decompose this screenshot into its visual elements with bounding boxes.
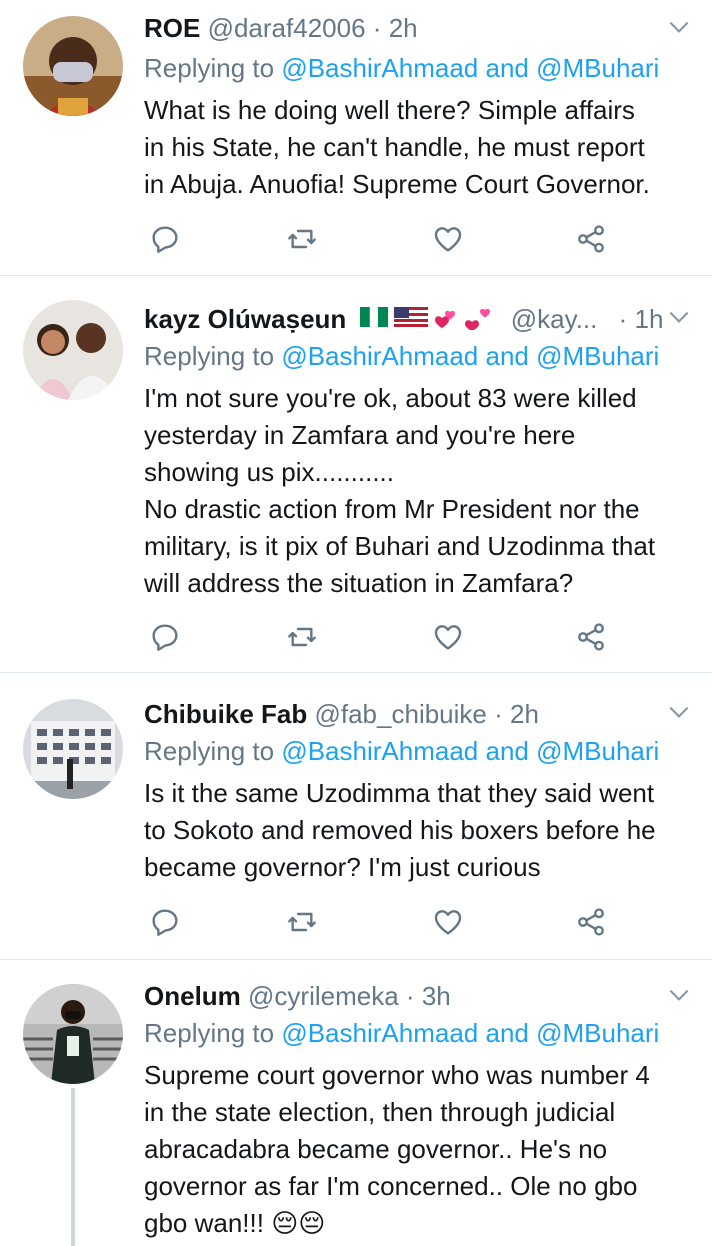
tweet-text: Is it the same Uzodimma that they said w… bbox=[144, 778, 656, 882]
avatar[interactable] bbox=[23, 16, 123, 116]
mention-link[interactable]: @BashirAhmaad bbox=[281, 341, 478, 371]
replying-to-label: Replying to bbox=[144, 53, 275, 83]
reply-icon[interactable] bbox=[148, 620, 182, 654]
replying-and: and bbox=[485, 341, 529, 371]
like-icon[interactable] bbox=[431, 620, 465, 654]
replying-and: and bbox=[485, 1018, 529, 1048]
avatar[interactable] bbox=[23, 300, 123, 400]
retweet-icon[interactable] bbox=[285, 222, 319, 256]
retweet-icon[interactable] bbox=[285, 620, 319, 654]
chevron-down-icon[interactable] bbox=[666, 699, 692, 725]
user-handle[interactable]: @daraf42006 bbox=[208, 13, 366, 43]
share-icon[interactable] bbox=[574, 620, 608, 654]
like-icon[interactable] bbox=[431, 222, 465, 256]
tweet-actions bbox=[144, 222, 614, 256]
replying-to: Replying to @BashirAhmaad and @MBuhari bbox=[144, 734, 659, 768]
user-handle[interactable]: @fab_chibuike bbox=[314, 699, 486, 729]
reply-icon[interactable] bbox=[148, 222, 182, 256]
mention-link[interactable]: @MBuhari bbox=[536, 341, 659, 371]
tweet-actions bbox=[144, 620, 614, 654]
replying-to-label: Replying to bbox=[144, 736, 275, 766]
separator-dot: · bbox=[405, 981, 415, 1011]
separator-dot: · bbox=[494, 699, 503, 729]
replying-to-label: Replying to bbox=[144, 1018, 275, 1048]
tweet[interactable]: Onelum @cyrilemeka · 3h Replying to @Bas… bbox=[0, 960, 712, 1246]
tweet-actions bbox=[144, 905, 614, 939]
avatar[interactable] bbox=[23, 984, 123, 1084]
tweet-text: I'm not sure you're ok, about 83 were ki… bbox=[144, 383, 656, 598]
tweet[interactable]: kayz Olúwaṣeun @kay... · 1h Replying to … bbox=[0, 276, 712, 673]
replying-to: Replying to @BashirAhmaad and @MBuhari bbox=[144, 339, 659, 373]
display-name[interactable]: Onelum bbox=[144, 981, 241, 1011]
mention-link[interactable]: @MBuhari bbox=[536, 53, 659, 83]
mention-link[interactable]: @BashirAhmaad bbox=[281, 1018, 478, 1048]
timestamp[interactable]: 1h bbox=[635, 304, 664, 334]
display-name[interactable]: kayz Olúwaṣeun bbox=[144, 304, 346, 334]
mention-link[interactable]: @BashirAhmaad bbox=[281, 53, 478, 83]
replying-to: Replying to @BashirAhmaad and @MBuhari bbox=[144, 1016, 659, 1050]
chevron-down-icon[interactable] bbox=[666, 304, 692, 330]
timestamp[interactable]: 3h bbox=[422, 981, 451, 1011]
display-name[interactable]: ROE bbox=[144, 13, 200, 43]
tweet-text: Supreme court governor who was number 4 … bbox=[144, 1060, 650, 1238]
avatar[interactable] bbox=[23, 699, 123, 799]
timestamp[interactable]: 2h bbox=[389, 13, 418, 43]
reply-icon[interactable] bbox=[148, 905, 182, 939]
replying-to: Replying to @BashirAhmaad and @MBuhari bbox=[144, 51, 659, 85]
chevron-down-icon[interactable] bbox=[666, 14, 692, 40]
user-handle[interactable]: @cyrilemeka bbox=[248, 981, 399, 1011]
separator-dot: · bbox=[372, 13, 382, 43]
like-icon[interactable] bbox=[431, 905, 465, 939]
mention-link[interactable]: @MBuhari bbox=[536, 736, 659, 766]
mention-link[interactable]: @BashirAhmaad bbox=[281, 736, 478, 766]
chevron-down-icon[interactable] bbox=[666, 982, 692, 1008]
flag-emoji-icons bbox=[359, 304, 498, 338]
replying-and: and bbox=[485, 736, 529, 766]
replying-and: and bbox=[485, 53, 529, 83]
display-name[interactable]: Chibuike Fab bbox=[144, 699, 307, 729]
mention-link[interactable]: @MBuhari bbox=[536, 1018, 659, 1048]
tweet[interactable]: ROE @daraf42006 · 2h Replying to @Bashir… bbox=[0, 0, 712, 276]
tweet[interactable]: Chibuike Fab @fab_chibuike · 2h Replying… bbox=[0, 673, 712, 960]
share-icon[interactable] bbox=[574, 222, 608, 256]
thread-connector-line bbox=[71, 1088, 75, 1246]
share-icon[interactable] bbox=[574, 905, 608, 939]
tweet-text: What is he doing well there? Simple affa… bbox=[144, 95, 650, 199]
user-handle[interactable]: @kay... bbox=[511, 304, 598, 334]
timestamp[interactable]: 2h bbox=[510, 699, 539, 729]
retweet-icon[interactable] bbox=[285, 905, 319, 939]
replying-to-label: Replying to bbox=[144, 341, 275, 371]
separator-dot: · bbox=[618, 304, 628, 334]
